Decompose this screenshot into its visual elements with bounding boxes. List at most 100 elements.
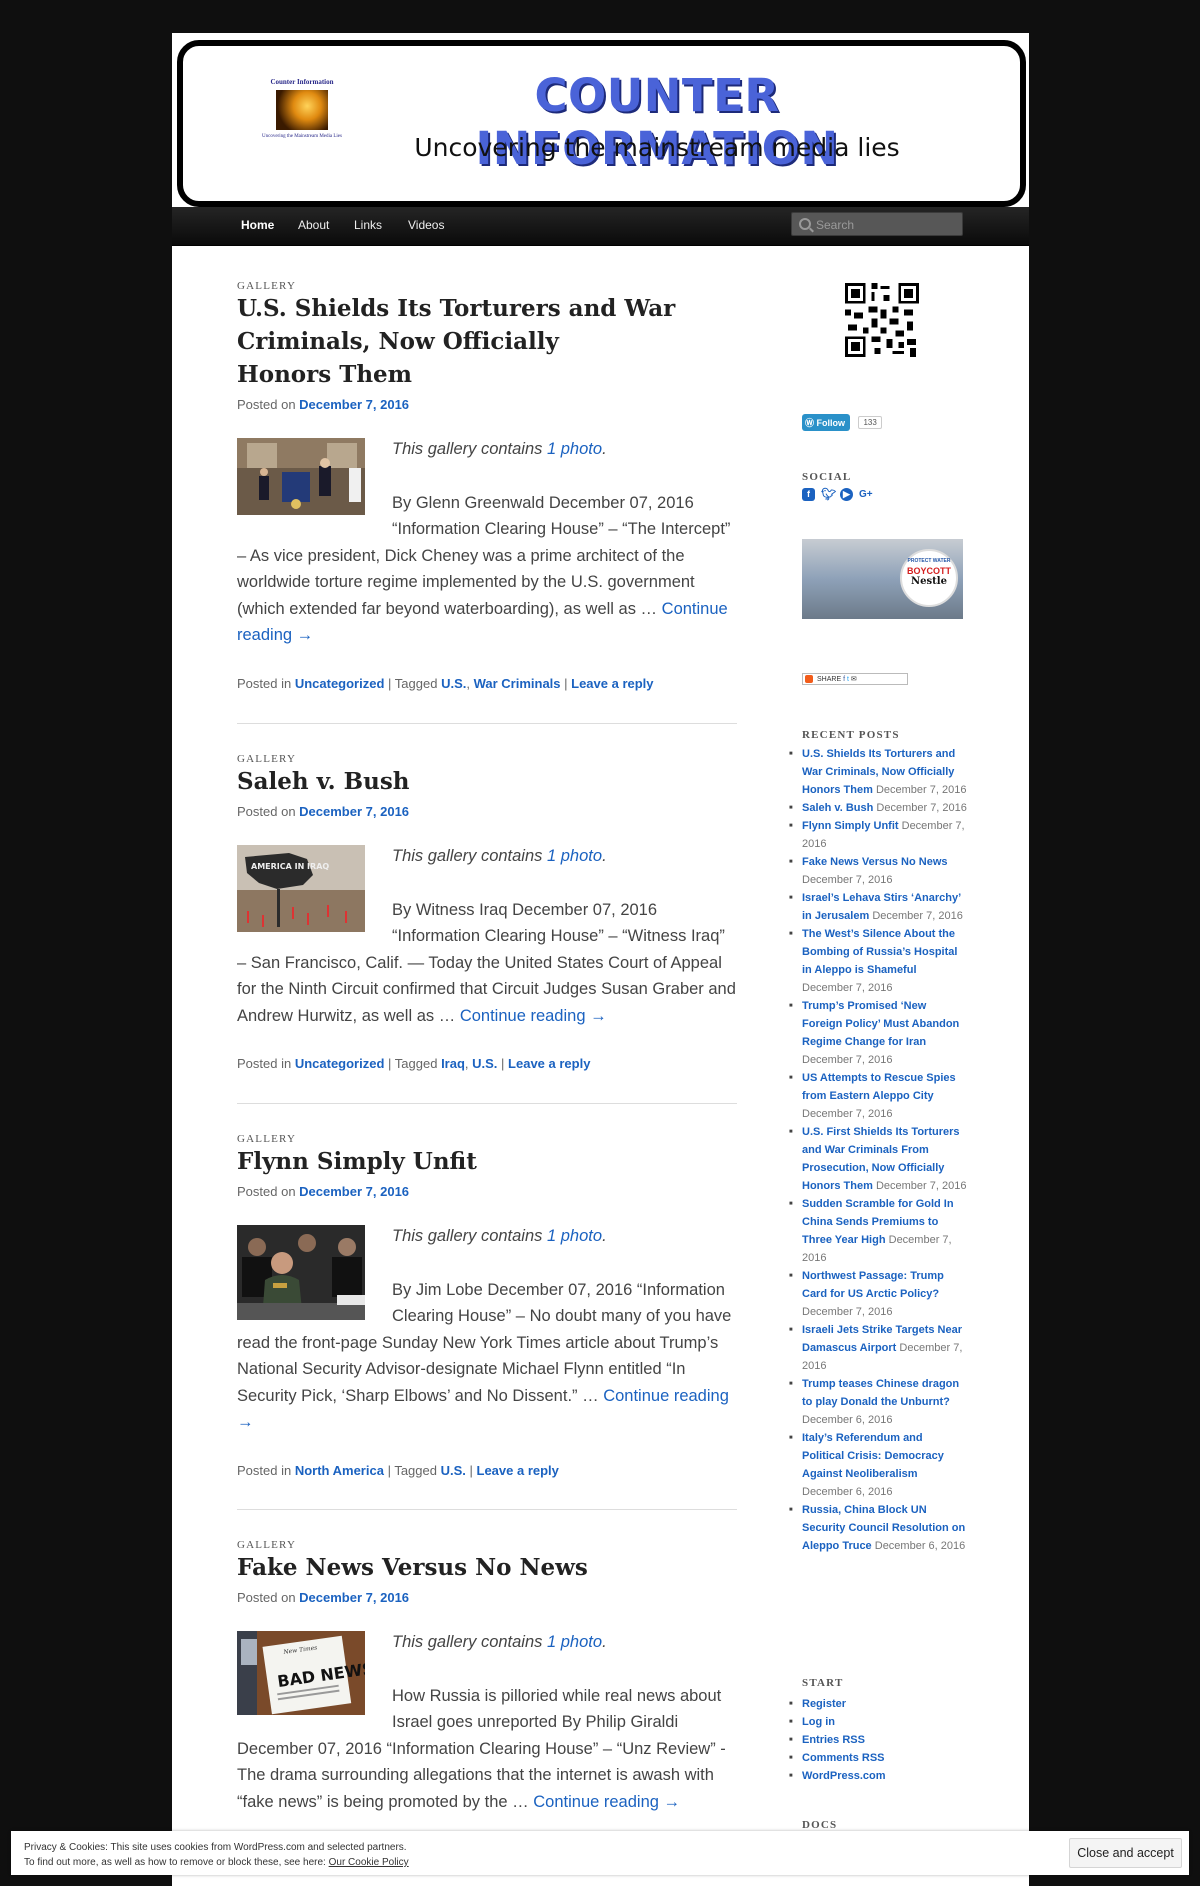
list-item: Italy’s Referendum and Political Crisis:… (789, 1429, 967, 1501)
post-title[interactable]: U.S. Shields Its Torturers and War Crimi… (237, 292, 737, 391)
post-article: GALLERY Saleh v. Bush Posted on December… (237, 753, 737, 1078)
share-plus-icon (805, 675, 813, 683)
post-thumbnail[interactable] (237, 438, 365, 515)
list-item: Saleh v. Bush December 7, 2016 (789, 799, 967, 817)
post-date-link[interactable]: December 7, 2016 (299, 1184, 409, 1199)
logo-top-text: Counter Information (270, 78, 334, 86)
recent-post-link[interactable]: Trump teases Chinese dragon to play Dona… (802, 1378, 959, 1408)
recent-post-link[interactable]: Trump’s Promised ‘New Foreign Policy’ Mu… (802, 1000, 959, 1048)
list-item: WordPress.com (789, 1767, 967, 1785)
follow-button[interactable]: Ⓦ Follow (802, 414, 851, 432)
twitter-icon[interactable]: 🐦︎ (821, 488, 836, 501)
tag-link[interactable]: Iraq (441, 1056, 465, 1071)
tag-link[interactable]: U.S. (441, 1463, 466, 1478)
post-article: GALLERY U.S. Shields Its Torturers and W… (237, 280, 737, 697)
post-content: AMERICA IN IRAQ This gallery contains 1 … (237, 843, 737, 1078)
post-thumbnail[interactable]: AMERICA IN IRAQ (237, 845, 365, 932)
list-item: Israeli Jets Strike Targets Near Damascu… (789, 1321, 967, 1375)
start-links-list: Register Log in Entries RSS Comments RSS… (789, 1695, 967, 1785)
post-article: GALLERY Flynn Simply Unfit Posted on Dec… (237, 1133, 737, 1484)
search-box[interactable] (791, 212, 963, 236)
list-item: Trump teases Chinese dragon to play Dona… (789, 1375, 967, 1429)
recent-post-link[interactable]: Fake News Versus No News (802, 856, 948, 868)
post-date-line: Posted on December 7, 2016 (237, 1184, 410, 1199)
tag-link[interactable]: U.S. (472, 1056, 497, 1071)
register-link[interactable]: Register (802, 1698, 846, 1710)
post-content: This gallery contains 1 photo. By Glenn … (237, 436, 737, 697)
nav-item-videos[interactable]: Videos (408, 218, 444, 232)
recent-posts-list: U.S. Shields Its Torturers and War Crimi… (789, 745, 967, 1555)
image-text-america: AMERICA IN IRAQ (251, 862, 329, 871)
logo-bottom-text: Uncovering the Mainstream Media Lies (262, 134, 342, 139)
nav-item-links[interactable]: Links (354, 218, 382, 232)
post-format-label: GALLERY (237, 1539, 297, 1551)
post-date-link[interactable]: December 7, 2016 (299, 397, 409, 412)
list-item: Flynn Simply Unfit December 7, 2016 (789, 817, 967, 853)
site-description: Uncovering the mainstream media lies (414, 133, 900, 162)
recent-post-link[interactable]: The West’s Silence About the Bombing of … (802, 928, 957, 976)
entries-rss-link[interactable]: Entries RSS (802, 1734, 865, 1746)
post-separator (237, 1509, 737, 1510)
list-item: Sudden Scramble for Gold In China Sends … (789, 1195, 967, 1267)
recent-post-link[interactable]: Saleh v. Bush (802, 802, 873, 814)
continue-reading-link[interactable]: Continue reading → (460, 1007, 607, 1025)
facebook-icon[interactable]: f (802, 488, 815, 501)
google-plus-icon[interactable]: G+ (859, 488, 873, 501)
leave-reply-link[interactable]: Leave a reply (571, 676, 653, 691)
follow-widget: Ⓦ Follow 133 (802, 414, 882, 432)
recent-post-link[interactable]: US Attempts to Rescue Spies from Eastern… (802, 1072, 956, 1102)
close-and-accept-button[interactable]: Close and accept (1069, 1838, 1182, 1868)
list-item: Trump’s Promised ‘New Foreign Policy’ Mu… (789, 997, 967, 1069)
category-link[interactable]: Uncategorized (295, 676, 385, 691)
list-item: Fake News Versus No News December 7, 201… (789, 853, 967, 889)
list-item: U.S. First Shields Its Torturers and War… (789, 1123, 967, 1195)
category-link[interactable]: North America (295, 1463, 384, 1478)
site-logo[interactable]: Counter Information Uncovering the Mains… (252, 78, 352, 158)
post-date-line: Posted on December 7, 2016 (237, 397, 410, 412)
gallery-photo-link[interactable]: 1 photo (547, 1633, 602, 1651)
comments-rss-link[interactable]: Comments RSS (802, 1752, 885, 1764)
leave-reply-link[interactable]: Leave a reply (508, 1056, 590, 1071)
post-format-label: GALLERY (237, 753, 297, 765)
tag-link[interactable]: U.S. (441, 676, 466, 691)
share-button[interactable]: SHARE f t ✉ (802, 673, 908, 685)
post-title[interactable]: Flynn Simply Unfit (237, 1145, 737, 1178)
nav-item-home[interactable]: Home (241, 218, 274, 232)
category-link[interactable]: Uncategorized (295, 1056, 385, 1071)
post-thumbnail[interactable]: New Times BAD NEWS! (237, 1631, 365, 1715)
post-meta: Posted in Uncategorized | Tagged U.S., W… (237, 675, 654, 691)
post-date-link[interactable]: December 7, 2016 (299, 804, 409, 819)
gallery-photo-link[interactable]: 1 photo (547, 440, 602, 458)
recent-post-link[interactable]: Italy’s Referendum and Political Crisis:… (802, 1432, 944, 1480)
boycott-nestle-banner[interactable]: PROTECT WATER BOYCOTT Nestle (802, 539, 963, 619)
list-item: Northwest Passage: Trump Card for US Arc… (789, 1267, 967, 1321)
logo-image (276, 90, 328, 130)
social-icons: f 🐦︎ ▶ G+ (802, 488, 873, 501)
post-title[interactable]: Fake News Versus No News (237, 1551, 737, 1584)
recent-post-link[interactable]: Flynn Simply Unfit (802, 820, 899, 832)
qr-code-image[interactable] (845, 283, 919, 357)
list-item: Israel’s Lehava Stirs ‘Anarchy’ in Jerus… (789, 889, 967, 925)
leave-reply-link[interactable]: Leave a reply (477, 1463, 559, 1478)
post-content: New Times BAD NEWS! This gallery contain… (237, 1629, 737, 1815)
search-input[interactable] (814, 215, 958, 235)
continue-reading-link[interactable]: Continue reading → (533, 1793, 680, 1811)
tag-link[interactable]: War Criminals (474, 676, 561, 691)
list-item: The West’s Silence About the Bombing of … (789, 925, 967, 997)
post-format-label: GALLERY (237, 1133, 297, 1145)
gallery-photo-link[interactable]: 1 photo (547, 847, 602, 865)
gallery-photo-link[interactable]: 1 photo (547, 1227, 602, 1245)
post-content: This gallery contains 1 photo. By Jim Lo… (237, 1223, 737, 1484)
recent-post-link[interactable]: Northwest Passage: Trump Card for US Arc… (802, 1270, 944, 1300)
youtube-icon[interactable]: ▶ (840, 488, 853, 501)
nav-item-about[interactable]: About (298, 218, 329, 232)
header-banner[interactable]: Counter Information Uncovering the Mains… (172, 33, 1029, 207)
post-title[interactable]: Saleh v. Bush (237, 765, 737, 798)
post-thumbnail[interactable] (237, 1225, 365, 1320)
cookie-policy-link[interactable]: Our Cookie Policy (329, 1857, 409, 1868)
post-date-link[interactable]: December 7, 2016 (299, 1590, 409, 1605)
boycott-badge: PROTECT WATER BOYCOTT Nestle (900, 549, 958, 607)
login-link[interactable]: Log in (802, 1716, 835, 1728)
wordpress-link[interactable]: WordPress.com (802, 1770, 886, 1782)
follower-count: 133 (858, 416, 882, 430)
